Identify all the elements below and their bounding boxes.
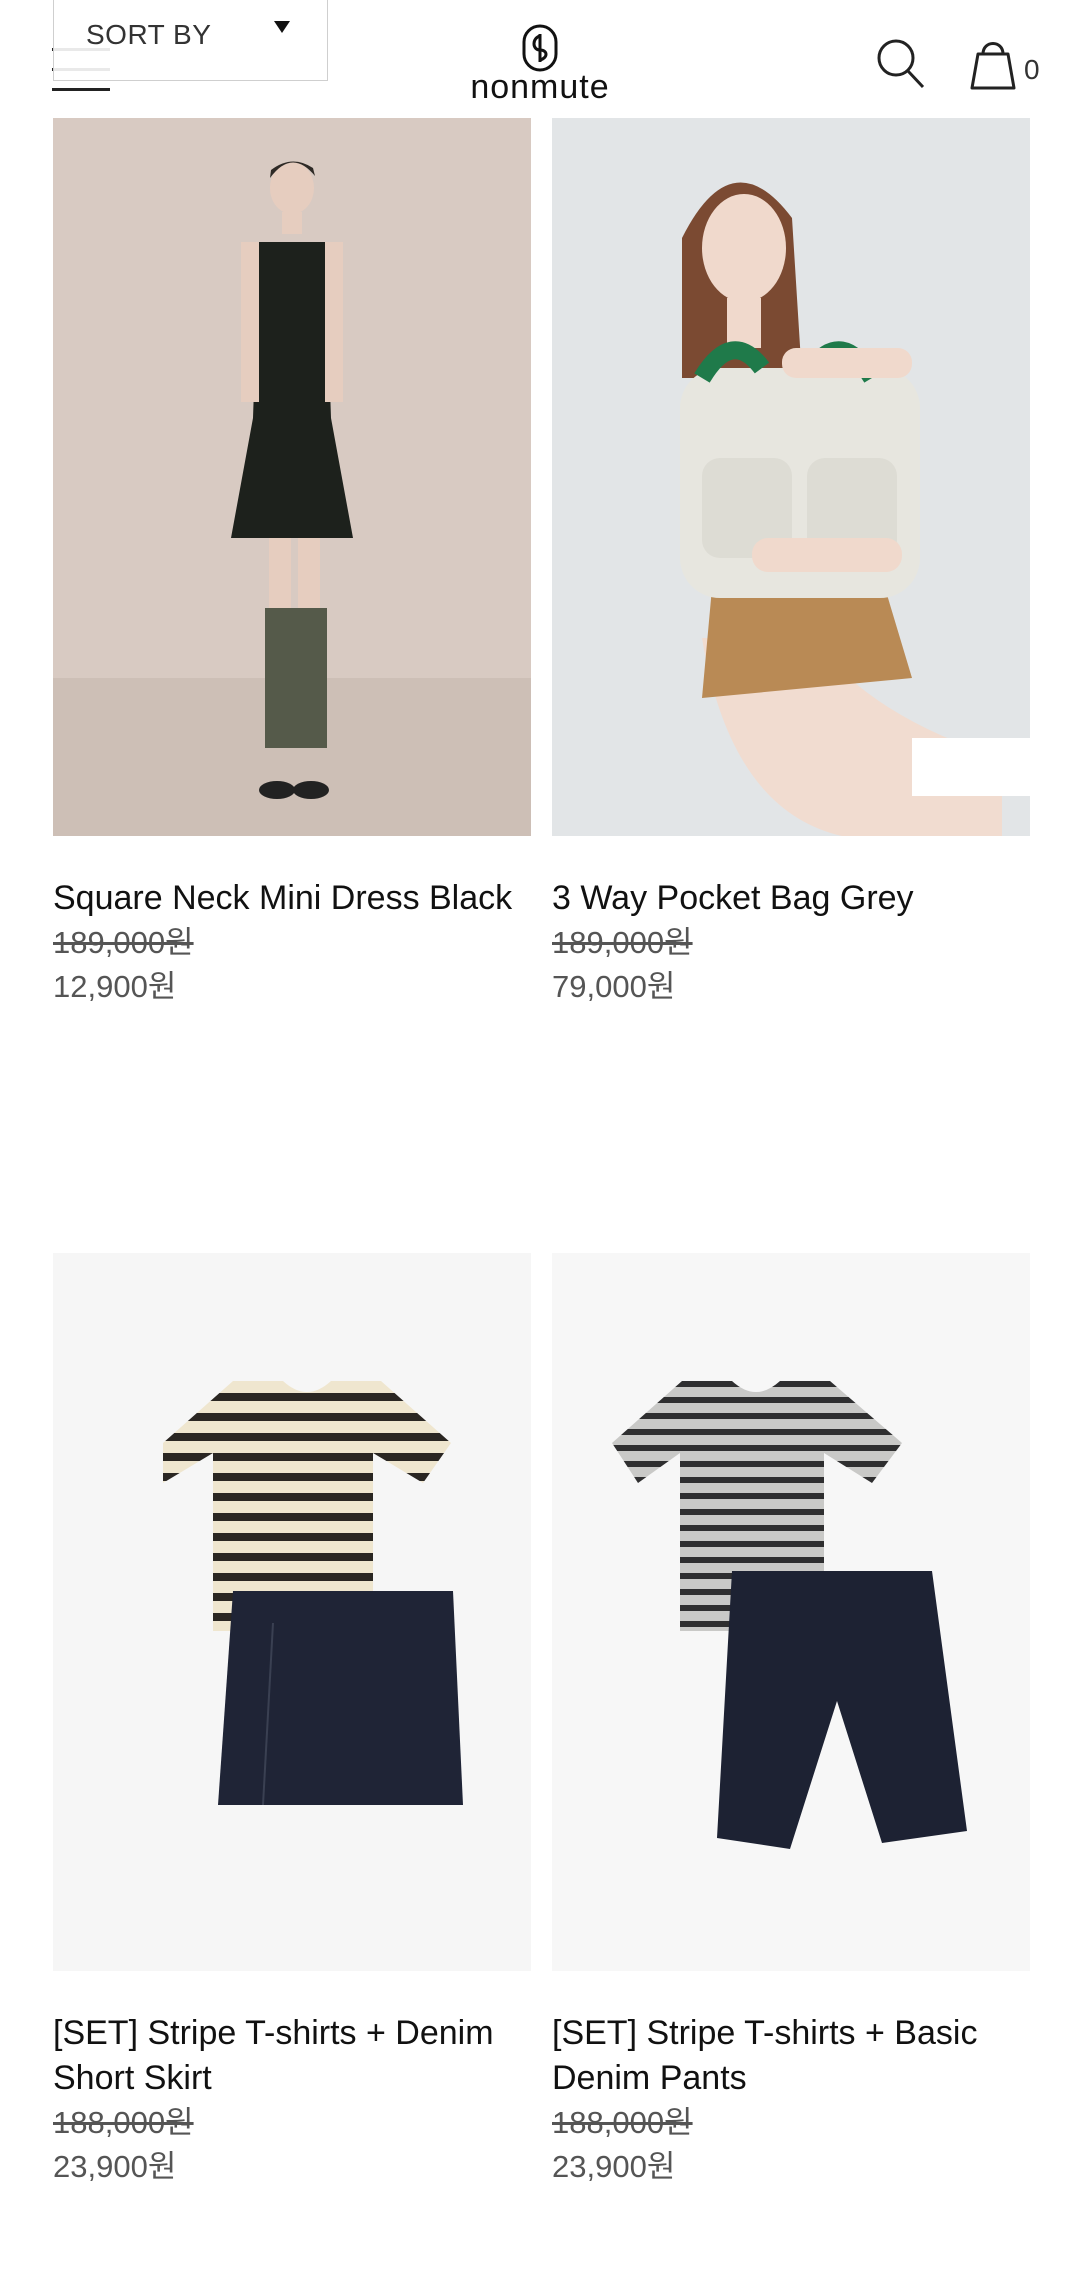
search-icon[interactable] bbox=[876, 38, 926, 90]
shopping-bag-icon[interactable]: 0 bbox=[968, 36, 1048, 92]
logo-text: nonmute bbox=[470, 68, 610, 106]
brand-logo[interactable]: nonmute bbox=[460, 24, 620, 110]
logo-mark-icon bbox=[522, 24, 558, 72]
product-name[interactable]: Square Neck Mini Dress Black bbox=[53, 876, 531, 921]
product-image[interactable] bbox=[552, 118, 1030, 836]
original-price: 189,000원 bbox=[552, 925, 693, 960]
header: SORT BY nonmute 0 bbox=[0, 0, 1080, 118]
sort-by-label: SORT BY bbox=[86, 19, 212, 50]
cart-count: 0 bbox=[1024, 54, 1040, 85]
product-card[interactable]: [SET] Stripe T-shirts + Denim Short Skir… bbox=[53, 1253, 531, 2189]
product-name[interactable]: [SET] Stripe T-shirts + Basic Denim Pant… bbox=[552, 2011, 1030, 2101]
original-price: 188,000원 bbox=[552, 2105, 693, 2140]
product-name[interactable]: [SET] Stripe T-shirts + Denim Short Skir… bbox=[53, 2011, 531, 2101]
sale-price: 12,900원 bbox=[53, 969, 177, 1004]
sort-by-dropdown[interactable]: SORT BY bbox=[53, 0, 328, 81]
product-image[interactable] bbox=[53, 1253, 531, 1971]
product-card[interactable]: 3 Way Pocket Bag Grey 189,000원 79,000원 bbox=[552, 118, 1030, 1009]
caret-down-icon bbox=[274, 21, 290, 33]
product-card[interactable]: [SET] Stripe T-shirts + Basic Denim Pant… bbox=[552, 1253, 1030, 2189]
original-price: 189,000원 bbox=[53, 925, 194, 960]
product-image[interactable] bbox=[53, 118, 531, 836]
product-name[interactable]: 3 Way Pocket Bag Grey bbox=[552, 876, 1030, 921]
sale-price: 23,900원 bbox=[552, 2149, 676, 2184]
sale-price: 23,900원 bbox=[53, 2149, 177, 2184]
product-card[interactable]: Square Neck Mini Dress Black 189,000원 12… bbox=[53, 118, 531, 1009]
original-price: 188,000원 bbox=[53, 2105, 194, 2140]
sale-price: 79,000원 bbox=[552, 969, 676, 1004]
product-image[interactable] bbox=[552, 1253, 1030, 1971]
